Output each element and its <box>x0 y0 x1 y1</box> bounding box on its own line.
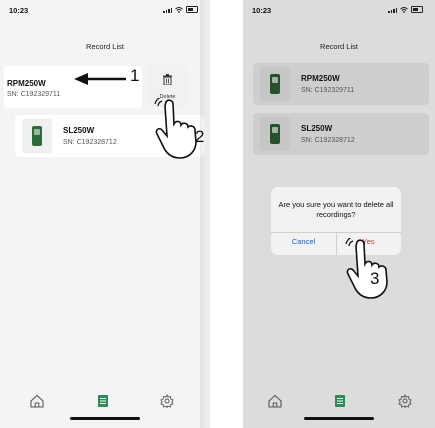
screen-shadow <box>200 0 212 428</box>
status-bar: 10:23 <box>243 0 435 22</box>
device-thumbnail <box>260 117 290 151</box>
wifi-icon <box>175 7 183 13</box>
record-serial: SN: C192328712 <box>301 137 355 144</box>
record-name: RPM250W <box>7 79 46 88</box>
home-indicator <box>304 417 374 420</box>
home-indicator <box>70 417 140 420</box>
list-icon[interactable] <box>96 394 110 408</box>
system-icons <box>163 6 198 13</box>
status-bar: 10:23 <box>0 0 210 22</box>
record-name: RPM250W <box>301 74 340 83</box>
cancel-button[interactable]: Cancel <box>271 237 336 246</box>
left-phone-screen: 10:23 Record List RPM250W SN: C192329711… <box>0 0 210 428</box>
annotation-arrow-icon <box>74 73 126 85</box>
tab-bar <box>243 380 435 428</box>
record-item-sl250w[interactable]: SL250W SN: C192328712 <box>253 113 429 155</box>
list-icon[interactable] <box>333 394 347 408</box>
record-serial: SN: C192329711 <box>301 87 355 94</box>
battery-icon <box>411 6 423 13</box>
tab-bar <box>0 380 210 428</box>
record-name: SL250W <box>301 124 333 133</box>
signal-icon <box>163 8 172 13</box>
record-name: SL250W <box>63 126 95 135</box>
page-title: Record List <box>86 42 124 51</box>
meter-icon <box>32 126 42 146</box>
settings-icon[interactable] <box>160 394 174 408</box>
right-phone-screen: 10:23 Record List RPM250W SN: C192329711… <box>243 0 435 428</box>
status-time: 10:23 <box>252 6 272 15</box>
device-thumbnail <box>260 67 290 101</box>
meter-icon <box>270 74 280 94</box>
trash-icon <box>163 74 172 85</box>
dialog-message: Are you sure you want to delete all reco… <box>278 200 394 219</box>
annotation-number-1: 1 <box>130 66 140 85</box>
home-icon[interactable] <box>30 394 44 408</box>
device-thumbnail <box>22 119 52 153</box>
record-item-rpm250w[interactable]: RPM250W SN: C192329711 <box>253 63 429 105</box>
home-icon[interactable] <box>268 394 282 408</box>
record-serial: SN: C192329711 <box>7 91 61 98</box>
page-title: Record List <box>320 42 358 51</box>
signal-icon <box>388 8 397 13</box>
status-time: 10:23 <box>9 6 29 15</box>
wifi-icon <box>400 7 408 13</box>
system-icons <box>388 6 423 13</box>
settings-icon[interactable] <box>398 394 412 408</box>
battery-icon <box>186 6 198 13</box>
record-serial: SN: C192328712 <box>63 139 117 146</box>
annotation-number-3: 3 <box>370 269 380 288</box>
meter-icon <box>270 124 280 144</box>
